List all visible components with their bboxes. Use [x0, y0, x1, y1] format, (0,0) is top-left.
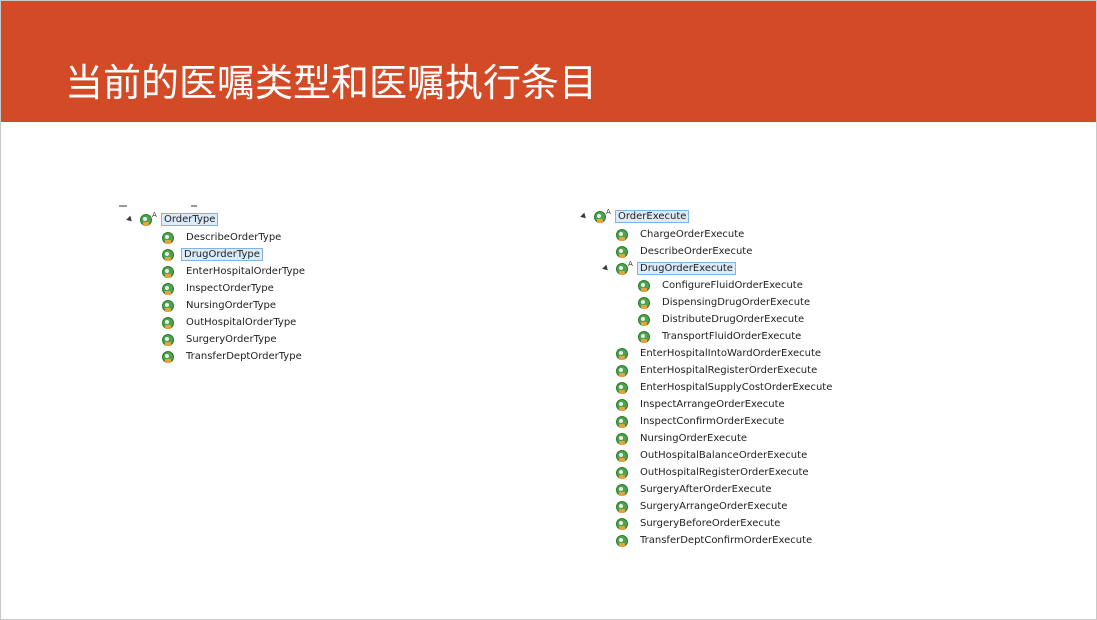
class-icon [616, 245, 628, 258]
tree-node[interactable]: InspectConfirmOrderExecute [616, 413, 786, 430]
class-icon [616, 228, 628, 241]
tree-node-label: DispensingDrugOrderExecute [662, 297, 811, 308]
class-icon [638, 279, 650, 292]
tree-node-label: ConfigureFluidOrderExecute [662, 280, 803, 291]
tree-node[interactable]: ChargeOrderExecute [616, 226, 746, 243]
slide: 当前的医嘱类型和医嘱执行条目 A OrderType DescribeOrder… [0, 0, 1097, 620]
order-execute-tree: A OrderExecute ChargeOrderExecute Descri… [1, 1, 1096, 619]
tree-node-label: SurgeryAfterOrderExecute [640, 484, 772, 495]
tree-node[interactable]: OutHospitalBalanceOrderExecute [616, 447, 809, 464]
class-icon [616, 449, 628, 462]
class-icon [616, 347, 628, 360]
class-icon [616, 466, 628, 479]
class-icon [638, 296, 650, 309]
tree-node[interactable]: DescribeOrderExecute [616, 243, 754, 260]
tree-node[interactable]: EnterHospitalIntoWardOrderExecute [616, 345, 823, 362]
tree-node-label: SurgeryBeforeOrderExecute [640, 518, 781, 529]
class-icon [616, 381, 628, 394]
tree-subnode[interactable]: ConfigureFluidOrderExecute [638, 277, 805, 294]
class-icon [616, 517, 628, 530]
tree-node-label: OutHospitalBalanceOrderExecute [640, 450, 808, 461]
tree-node[interactable]: NursingOrderExecute [616, 430, 749, 447]
tree-node-label: DescribeOrderExecute [640, 246, 753, 257]
tree-node[interactable]: EnterHospitalSupplyCostOrderExecute [616, 379, 834, 396]
tree-node[interactable]: InspectArrangeOrderExecute [616, 396, 787, 413]
class-icon [638, 313, 650, 326]
class-icon [616, 500, 628, 513]
class-icon [638, 330, 650, 343]
tree-node-expanded[interactable]: A DrugOrderExecute [616, 260, 736, 277]
abstract-class-icon: A [594, 208, 611, 223]
tree-node[interactable]: SurgeryAfterOrderExecute [616, 481, 774, 498]
tree-node-label: InspectArrangeOrderExecute [640, 399, 785, 410]
tree-node-label: NursingOrderExecute [640, 433, 748, 444]
tree-node-label: TransportFluidOrderExecute [662, 331, 802, 342]
tree-root-node[interactable]: A OrderExecute [594, 208, 690, 225]
tree-node[interactable]: TransferDeptConfirmOrderExecute [616, 532, 814, 549]
tree-node-label: DrugOrderExecute [637, 262, 736, 275]
tree-node[interactable]: EnterHospitalRegisterOrderExecute [616, 362, 819, 379]
tree-subnode[interactable]: DistributeDrugOrderExecute [638, 311, 806, 328]
tree-subnode[interactable]: TransportFluidOrderExecute [638, 328, 803, 345]
class-icon [616, 398, 628, 411]
tree-node-label: EnterHospitalRegisterOrderExecute [640, 365, 818, 376]
tree-expand-arrow-icon[interactable] [602, 264, 610, 273]
tree-node[interactable]: SurgeryBeforeOrderExecute [616, 515, 782, 532]
tree-node-label: ChargeOrderExecute [640, 229, 745, 240]
tree-expand-arrow-icon[interactable] [580, 212, 588, 221]
tree-node-label: TransferDeptConfirmOrderExecute [640, 535, 813, 546]
tree-node-label: DistributeDrugOrderExecute [662, 314, 805, 325]
class-icon [616, 364, 628, 377]
tree-subnode[interactable]: DispensingDrugOrderExecute [638, 294, 812, 311]
class-icon [616, 415, 628, 428]
tree-node-label: InspectConfirmOrderExecute [640, 416, 785, 427]
class-icon [616, 534, 628, 547]
tree-node[interactable]: SurgeryArrangeOrderExecute [616, 498, 789, 515]
tree-node-label: SurgeryArrangeOrderExecute [640, 501, 788, 512]
class-icon [616, 483, 628, 496]
tree-node-label: EnterHospitalIntoWardOrderExecute [640, 348, 822, 359]
tree-node-label: OutHospitalRegisterOrderExecute [640, 467, 809, 478]
class-icon [616, 432, 628, 445]
abstract-class-icon: A [616, 260, 633, 275]
tree-node-label: EnterHospitalSupplyCostOrderExecute [640, 382, 833, 393]
tree-node-label: OrderExecute [615, 210, 690, 223]
tree-node[interactable]: OutHospitalRegisterOrderExecute [616, 464, 811, 481]
